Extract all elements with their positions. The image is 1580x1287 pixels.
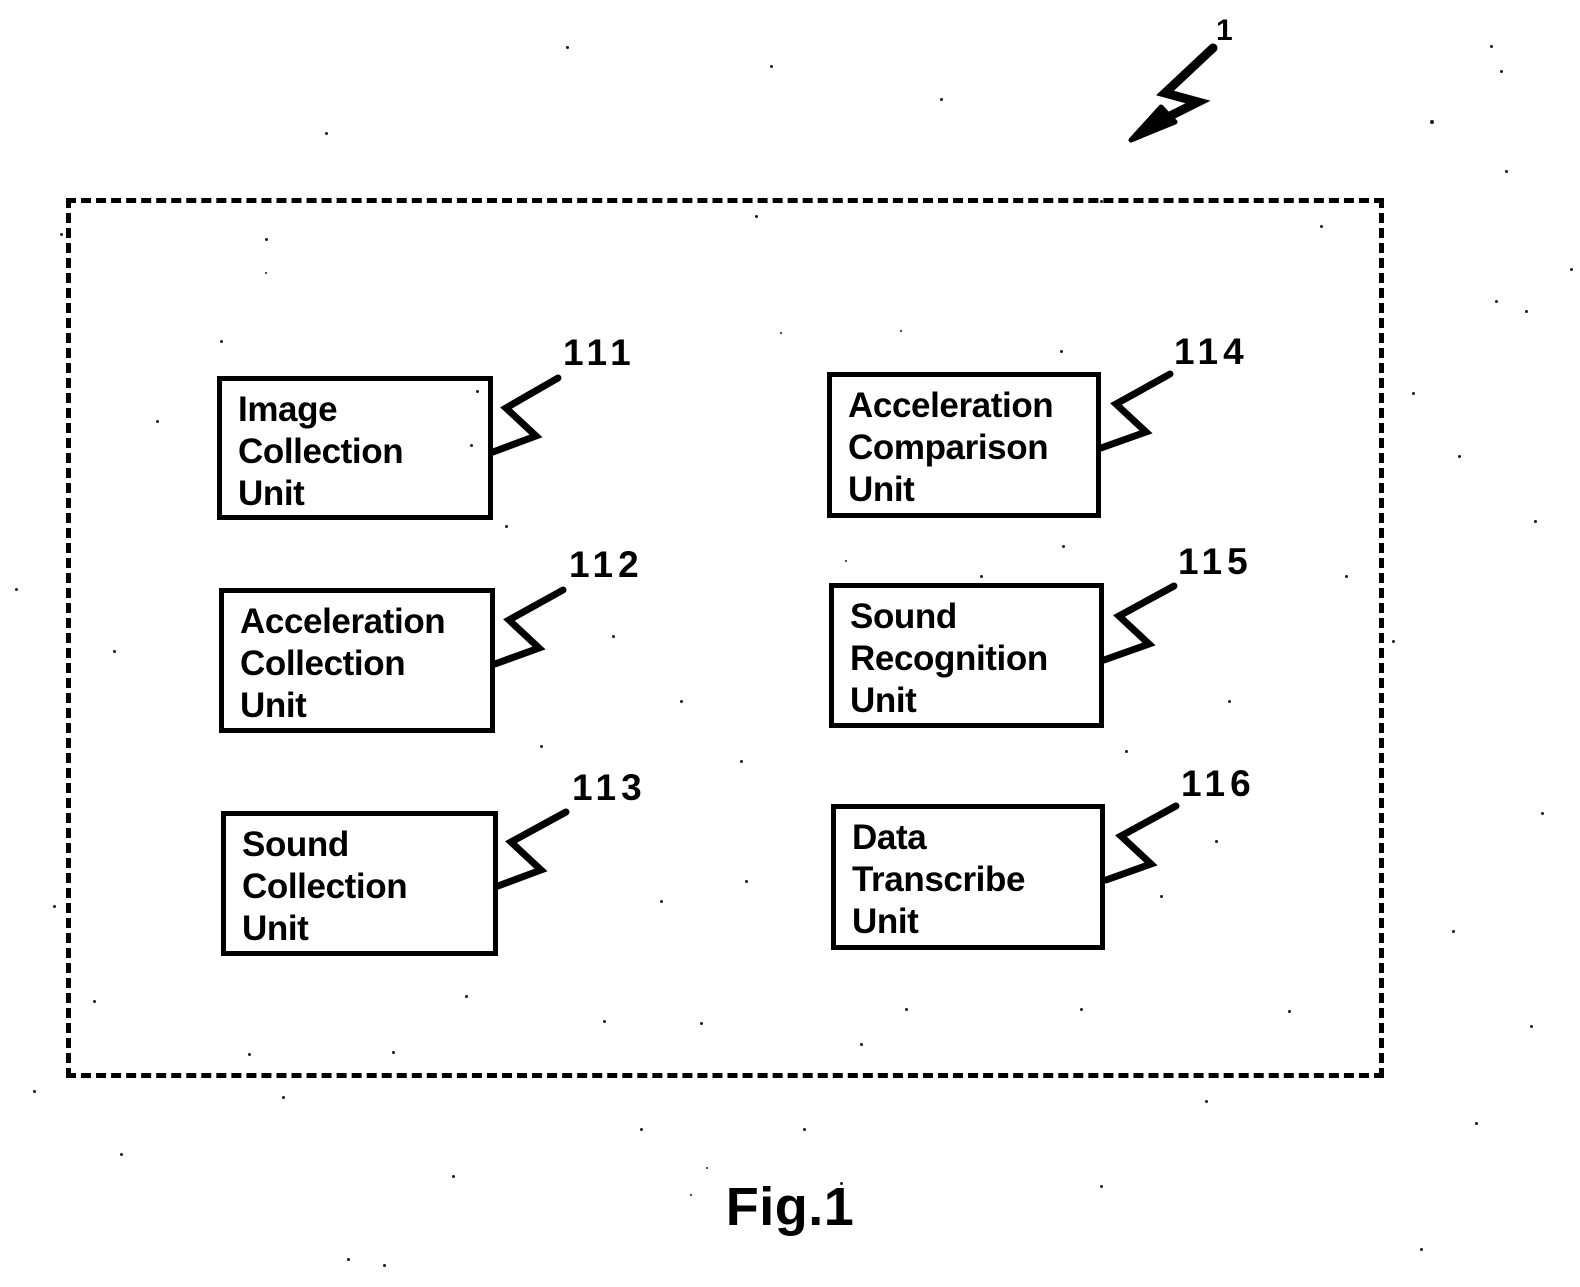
block-sound-collection-unit[interactable]: Sound Collection Unit xyxy=(221,811,498,956)
scan-speck xyxy=(770,65,773,68)
system-arrow-head-icon xyxy=(1128,104,1178,143)
scan-speck xyxy=(1534,520,1537,523)
scan-speck xyxy=(1541,812,1544,815)
scan-speck xyxy=(347,1258,350,1261)
block-sound-recognition-unit[interactable]: Sound Recognition Unit xyxy=(829,583,1104,728)
scan-speck xyxy=(1412,392,1415,395)
scan-speck xyxy=(1458,455,1461,458)
scan-speck xyxy=(1475,1122,1478,1125)
scan-speck xyxy=(566,46,569,49)
block-label-115: Sound Recognition Unit xyxy=(850,597,1048,720)
scan-speck xyxy=(1420,1248,1423,1251)
scan-speck xyxy=(1570,268,1573,271)
ref-numeral-113: 113 xyxy=(572,767,647,808)
block-label-114: Acceleration Comparison Unit xyxy=(848,386,1054,509)
block-label-111: Image Collection Unit xyxy=(238,390,404,513)
scan-speck xyxy=(706,1167,708,1169)
ref-numeral-112: 112 xyxy=(569,544,644,585)
block-image-collection-unit[interactable]: Image Collection Unit xyxy=(217,376,493,520)
ref-numeral-116: 116 xyxy=(1181,763,1256,804)
scan-speck xyxy=(325,132,328,135)
scan-speck xyxy=(1525,310,1528,313)
block-label-112: Acceleration Collection Unit xyxy=(240,602,446,725)
scan-speck xyxy=(1495,300,1498,303)
scan-speck xyxy=(15,588,18,591)
ref-numeral-111: 111 xyxy=(563,332,636,373)
block-data-transcribe-unit[interactable]: Data Transcribe Unit xyxy=(831,804,1105,950)
ref-numeral-115: 115 xyxy=(1178,541,1253,582)
scan-speck xyxy=(640,1128,643,1131)
figure-page: Image Collection Unit Acceleration Colle… xyxy=(0,0,1580,1287)
block-acceleration-comparison-unit[interactable]: Acceleration Comparison Unit xyxy=(827,372,1101,518)
block-label-116: Data Transcribe Unit xyxy=(852,818,1026,941)
ref-numeral-114: 114 xyxy=(1174,331,1249,372)
scan-speck xyxy=(1505,170,1508,173)
system-arrow-shaft-icon xyxy=(1147,43,1218,130)
block-acceleration-collection-unit[interactable]: Acceleration Collection Unit xyxy=(219,588,495,733)
scan-speck xyxy=(1430,120,1434,124)
scan-speck xyxy=(1452,930,1455,933)
scan-speck xyxy=(53,905,56,908)
scan-speck xyxy=(60,233,63,236)
scan-speck xyxy=(120,1153,123,1156)
scan-speck xyxy=(383,1264,386,1267)
scan-speck xyxy=(1392,640,1395,643)
scan-speck xyxy=(1205,1100,1208,1103)
scan-speck xyxy=(282,1096,285,1099)
scan-speck xyxy=(1490,45,1493,48)
block-label-113: Sound Collection Unit xyxy=(242,825,408,948)
scan-speck xyxy=(1500,70,1503,73)
scan-speck xyxy=(33,1090,36,1093)
figure-caption: Fig.1 xyxy=(725,1177,855,1237)
scan-speck xyxy=(940,98,943,101)
scan-speck xyxy=(803,1128,806,1131)
scan-speck xyxy=(1530,1025,1533,1028)
ref-numeral-1: 1 xyxy=(1216,14,1233,47)
